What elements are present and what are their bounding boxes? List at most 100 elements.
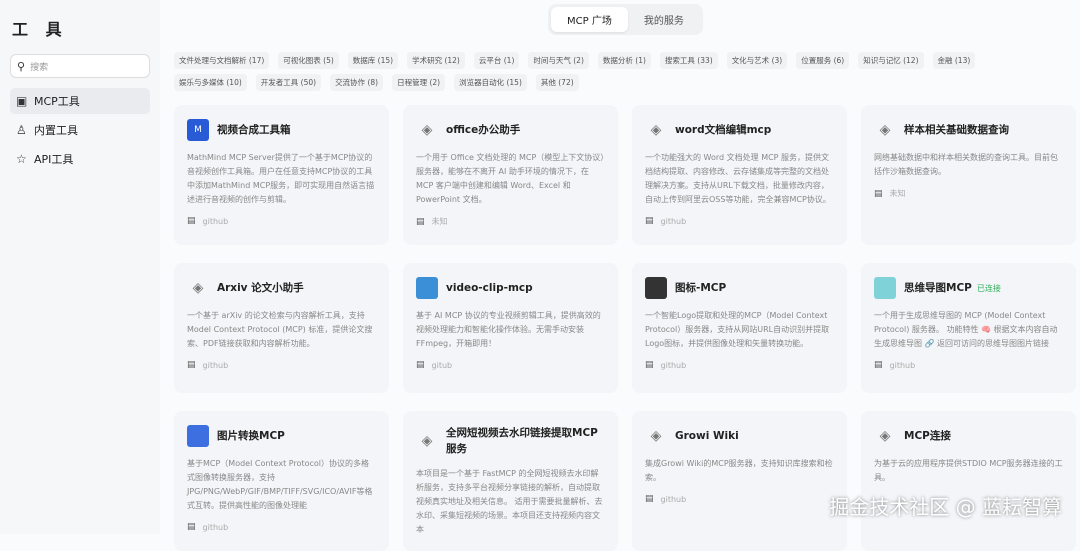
card-header: video-clip-mcp: [416, 277, 605, 299]
card-source-label: github: [889, 360, 916, 370]
mcp-card[interactable]: ◈ word文档编辑mcp 一个功能强大的 Word 文档处理 MCP 服务，提供文…: [632, 105, 847, 245]
mcp-logo-icon: ◈: [421, 122, 433, 138]
document-icon: ▤: [645, 216, 654, 226]
card-title: word文档编辑mcp: [675, 122, 771, 138]
card-source-label: 未知: [431, 217, 448, 226]
card-title: 样本相关基础数据查询: [904, 122, 1009, 138]
document-icon: ▤: [416, 216, 425, 227]
card-title: video-clip-mcp: [446, 280, 533, 296]
card-header: 思维导图MCP 已连接: [874, 277, 1063, 299]
mcp-card[interactable]: video-clip-mcp 基于 AI MCP 协议的专业视频剪辑工具，提供高效…: [403, 263, 618, 393]
document-icon: ▤: [645, 494, 654, 504]
card-title-text: word文档编辑mcp: [675, 124, 772, 136]
document-icon: ▤: [416, 360, 425, 370]
star-icon: ☆: [16, 152, 27, 166]
category-chip[interactable]: 时间与天气 (2): [528, 52, 589, 69]
document-icon: ▤: [187, 522, 196, 532]
card-description: 一个智能Logo提取和处理的MCP（Model Context Protocol…: [645, 311, 830, 348]
card-header: ◈ Arxiv 论文小助手: [187, 277, 376, 299]
mcp-card[interactable]: 图标-MCP 一个智能Logo提取和处理的MCP（Model Context Pr…: [632, 263, 847, 393]
search-input[interactable]: ⚲ 搜索: [10, 54, 150, 78]
mcp-logo-icon: ◈: [879, 122, 891, 138]
card-title: 思维导图MCP 已连接: [904, 280, 1001, 297]
card-source: ▤ github: [874, 360, 1063, 370]
category-chip[interactable]: 文化与艺术 (3): [726, 52, 788, 69]
mcp-card[interactable]: ◈ office办公助手一个用于 Office 文档处理的 MCP（模型上下文协议…: [403, 105, 618, 245]
mcp-card[interactable]: ◈ 全网短视频去水印链接提取MCP服务本项目是一个基于 FastMCP 的全网短视…: [403, 411, 618, 551]
card-header: 图标-MCP: [645, 277, 834, 299]
category-chip[interactable]: 娱乐与多媒体 (10): [174, 74, 247, 91]
card-description: 基于 AI MCP 协议的专业视频剪辑工具，提供高效的视频处理能力和智能化操作体…: [416, 311, 601, 348]
category-chip[interactable]: 数据库 (15): [347, 52, 399, 69]
search-icon: ⚲: [17, 59, 26, 73]
category-chip[interactable]: 文件处理与文档解析 (17): [174, 52, 270, 69]
mcp-card[interactable]: ◈ Growi Wiki 集成Growi Wiki的MCP服务器，支持知识库搜索和检…: [632, 411, 847, 551]
sidebar-item-api-tools[interactable]: ☆ API工具: [10, 146, 150, 172]
grid-icon: ▣: [16, 94, 28, 108]
category-filters: 文件处理与文档解析 (17) 可视化图表 (5) 数据库 (15) 学术研究 (12)…: [174, 52, 1054, 91]
card-description: MathMind MCP Server提供了一个基于MCP协议的音视频创作工具箱…: [187, 153, 375, 204]
category-chip[interactable]: 金融 (13): [932, 52, 976, 69]
card-title-text: MCP连接: [904, 430, 951, 442]
mcp-card[interactable]: ◈ 样本相关基础数据查询 网络基础数据中和样本相关数据的查询工具。目前包括作沙箱数据…: [861, 105, 1076, 245]
category-chip[interactable]: 知识与记忆 (12): [858, 52, 924, 69]
card-source: ▤ github: [645, 360, 834, 370]
tab-switcher: MCP 广场 我的服务: [548, 4, 703, 35]
card-header: ◈ 全网短视频去水印链接提取MCP服务: [416, 425, 605, 457]
card-description: 一个用于 Office 文档处理的 MCP（模型上下文协议）服务器，能够在不离开…: [416, 153, 605, 204]
card-source-label: 未知: [889, 189, 906, 198]
card-description: 本项目是一个基于 FastMCP 的全网短视频去水印解析服务，支持多平台视频分享…: [416, 469, 603, 534]
sidebar-title: 工 具: [12, 20, 68, 39]
sidebar-item-label: MCP工具: [34, 95, 80, 108]
category-chip[interactable]: 浏览器自动化 (15): [454, 74, 527, 91]
tab-my-services[interactable]: 我的服务: [628, 7, 700, 32]
mcp-card[interactable]: ◈ MCP连接 为基于云的应用程序提供STDIO MCP服务器连接的工具。: [861, 411, 1076, 551]
mcp-card[interactable]: ◈ Arxiv 论文小助手 一个基于 arXiv 的论文检索与内容解析工具，支持 M…: [174, 263, 389, 393]
document-icon: ▤: [874, 360, 883, 370]
card-source: ▤ gitub: [416, 360, 605, 370]
card-header: M 视频合成工具箱: [187, 119, 376, 141]
category-chip[interactable]: 数据分析 (1): [597, 52, 651, 69]
card-title: 视频合成工具箱: [217, 122, 291, 138]
document-icon: ▤: [874, 188, 883, 199]
card-header: ◈ Growi Wiki: [645, 425, 834, 447]
card-title-text: 全网短视频去水印链接提取MCP服务: [446, 427, 598, 455]
card-source-label: github: [202, 360, 229, 370]
category-chip[interactable]: 日程管理 (2): [392, 74, 446, 91]
mcp-card[interactable]: M 视频合成工具箱 MathMind MCP Server提供了一个基于MCP协议的…: [174, 105, 389, 245]
card-header: ◈ office办公助手: [416, 119, 605, 141]
card-description: 基于MCP（Model Context Protocol）协议的多格式图像转换服…: [187, 459, 373, 510]
tab-mcp-plaza[interactable]: MCP 广场: [551, 7, 628, 32]
sidebar-item-builtin-tools[interactable]: ♙ 内置工具: [10, 117, 150, 143]
mcp-card[interactable]: 图片转换MCP 基于MCP（Model Context Protocol）协议的多…: [174, 411, 389, 551]
category-chip[interactable]: 交流协作 (8): [330, 74, 384, 91]
video-clip-logo-icon: [416, 277, 438, 299]
card-source: ▤ 未知: [874, 188, 1063, 199]
card-source: ▤ github: [187, 522, 376, 532]
category-chip[interactable]: 云平台 (1): [473, 52, 520, 69]
card-title: 全网短视频去水印链接提取MCP服务: [446, 425, 605, 457]
category-chip[interactable]: 搜索工具 (33): [659, 52, 718, 69]
sidebar-item-mcp-tools[interactable]: ▣ MCP工具: [10, 88, 150, 114]
category-chip[interactable]: 学术研究 (12): [407, 52, 465, 69]
document-icon: ▤: [187, 360, 196, 370]
mcp-logo-icon: ◈: [650, 122, 662, 138]
card-header: ◈ word文档编辑mcp: [645, 119, 834, 141]
category-chip[interactable]: 位置服务 (6): [796, 52, 850, 69]
mcp-card[interactable]: 思维导图MCP 已连接一个用于生成思维导图的 MCP (Model Context…: [861, 263, 1076, 393]
user-icon: ♙: [16, 123, 27, 137]
category-chip[interactable]: 可视化图表 (5): [278, 52, 339, 69]
card-description: 为基于云的应用程序提供STDIO MCP服务器连接的工具。: [874, 459, 1063, 482]
sidebar: 工 具 ⚲ 搜索 ▣ MCP工具 ♙ 内置工具 ☆ API工具: [0, 0, 160, 534]
card-title-text: 图标-MCP: [675, 282, 727, 294]
logo-mcp-icon-icon: [645, 277, 667, 299]
category-chip[interactable]: 其他 (72): [535, 74, 579, 91]
mcp-logo-icon: ◈: [192, 280, 204, 296]
category-chip[interactable]: 开发者工具 (50): [255, 74, 322, 91]
image-convert-logo-icon: [187, 425, 209, 447]
card-title: 图标-MCP: [675, 280, 726, 296]
card-description: 一个用于生成思维导图的 MCP (Model Context Protocol)…: [874, 311, 1058, 348]
document-icon: ▤: [187, 216, 196, 226]
mcp-card-grid: M 视频合成工具箱 MathMind MCP Server提供了一个基于MCP协议的…: [174, 105, 1076, 551]
card-source-label: github: [660, 494, 687, 504]
